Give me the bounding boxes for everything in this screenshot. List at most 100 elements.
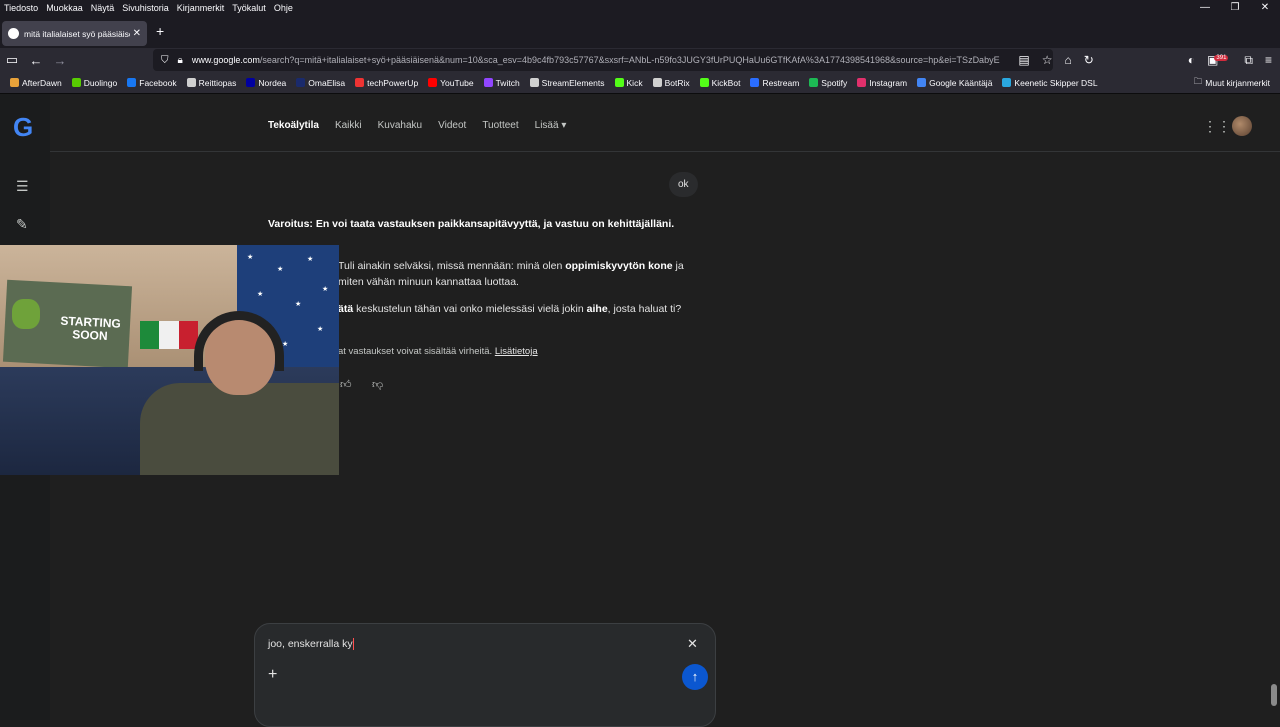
tab-active[interactable]: mitä italialaiset syö pääsiäisenä ✕ xyxy=(2,21,147,46)
extension-icon[interactable]: ◐ xyxy=(1188,53,1195,67)
extension-badge-icon[interactable]: ▣391 xyxy=(1207,53,1232,67)
tab-all[interactable]: Kaikki xyxy=(335,120,362,131)
bookmark-item[interactable]: Google Kääntäjä xyxy=(917,78,992,88)
tab-more[interactable]: Lisää ▾ xyxy=(535,120,567,131)
extensions-puzzle-icon[interactable]: ⧉ xyxy=(1244,53,1253,68)
bookmark-item[interactable]: OmaElisa xyxy=(296,78,345,88)
ai-paragraph-2: ätä keskustelun tähän vai onko mielessäs… xyxy=(338,301,698,317)
webcam-overlay: ★★★ ★★★ ★★★ ★★ STARTING SOON xyxy=(0,245,339,475)
menu-view[interactable]: Näytä xyxy=(87,3,119,13)
bookmark-star-icon[interactable]: ☆ xyxy=(1042,53,1053,67)
google-favicon-icon xyxy=(8,28,19,39)
shield-icon[interactable]: ⛉ xyxy=(161,55,169,66)
bookmark-favicon-icon xyxy=(186,78,196,87)
bookmark-label: AfterDawn xyxy=(22,77,62,88)
bookmark-item[interactable]: StreamElements xyxy=(529,78,605,88)
menu-bookmarks[interactable]: Kirjanmerkit xyxy=(173,3,229,13)
bookmark-favicon-icon xyxy=(428,78,438,87)
tab-videos[interactable]: Videot xyxy=(438,120,466,131)
restore-button[interactable]: ❐ xyxy=(1220,0,1250,16)
bookmark-favicon-icon xyxy=(483,78,493,87)
bookmark-item[interactable]: techPowerUp xyxy=(355,78,418,88)
tab-images[interactable]: Kuvahaku xyxy=(378,120,422,131)
bookmark-favicon-icon xyxy=(1002,78,1012,87)
url-host: www.google.com xyxy=(191,55,260,65)
p1-bold: oppimiskyvytön kone xyxy=(565,260,673,272)
close-window-button[interactable]: ✕ xyxy=(1250,0,1280,16)
bookmark-item[interactable]: Instagram xyxy=(857,78,907,88)
bookmark-item[interactable]: Duolingo xyxy=(71,78,117,88)
google-page: G ☰ ✎ Tekoälytila Kaikki Kuvahaku Videot… xyxy=(0,94,1280,727)
bookmark-label: Kick xyxy=(626,77,643,88)
menu-file[interactable]: Tiedosto xyxy=(0,3,42,13)
google-logo[interactable]: G xyxy=(13,112,33,143)
menu-edit[interactable]: Muokkaa xyxy=(42,3,87,13)
p1-pre: Tuli ainakin selväksi, missä mennään: mi… xyxy=(338,260,566,272)
bookmark-favicon-icon xyxy=(10,78,19,87)
bookmark-favicon-icon xyxy=(355,78,365,87)
header-divider xyxy=(50,151,1280,152)
other-bookmarks[interactable]: 🗀︎ Muut kirjanmerkit xyxy=(1194,76,1270,90)
avatar[interactable] xyxy=(1232,116,1252,136)
bookmark-item[interactable]: Facebook xyxy=(127,77,177,88)
bookmark-label: Facebook xyxy=(139,77,177,88)
forward-icon[interactable]: → xyxy=(48,53,72,68)
bookmark-favicon-icon xyxy=(127,78,137,87)
bookmark-favicon-icon xyxy=(750,78,760,87)
bookmark-item[interactable]: KickBot xyxy=(699,77,741,88)
bookmarks-bar: AfterDawn Duolingo Facebook Reittiopas Norde… xyxy=(0,72,1280,94)
bookmark-item[interactable]: Twitch xyxy=(483,78,520,88)
other-bookmarks-label: Muut kirjanmerkit xyxy=(1205,77,1270,88)
bookmark-item[interactable]: AfterDawn xyxy=(10,78,62,88)
warning-text: Varoitus: En voi taata vastauksen paikka… xyxy=(268,218,675,230)
bookmark-item[interactable]: Kick xyxy=(614,77,643,88)
bookmark-item[interactable]: Restream xyxy=(750,78,799,88)
folder-icon: 🗀︎ xyxy=(1193,75,1203,86)
scrollbar-thumb[interactable] xyxy=(1271,684,1277,706)
chat-input-text: joo, enskerralla ky xyxy=(268,638,353,650)
bookmark-item[interactable]: Spotify xyxy=(809,78,847,88)
lock-icon[interactable]: 🔒︎ xyxy=(178,55,183,66)
home-icon[interactable]: ⌂ xyxy=(1064,53,1071,67)
bookmark-item[interactable]: YouTube xyxy=(428,77,474,88)
reload-icon[interactable]: ↻ xyxy=(1084,53,1094,67)
sidebar-toggle-icon[interactable]: ▭ xyxy=(0,52,24,68)
bookmark-label: techPowerUp xyxy=(367,77,419,88)
hamburger-menu-icon[interactable]: ≡ xyxy=(1265,53,1272,67)
add-icon[interactable]: + xyxy=(268,666,277,684)
tab-close-icon[interactable]: ✕ xyxy=(133,28,141,39)
learn-more-link[interactable]: Lisätietoja xyxy=(495,346,538,357)
bookmark-item[interactable]: Keenetic Skipper DSL xyxy=(1002,78,1098,88)
history-list-icon[interactable]: ☰ xyxy=(16,178,29,195)
new-tab-button[interactable]: + xyxy=(156,23,164,39)
clear-icon[interactable]: ✕ xyxy=(687,636,698,652)
menu-history[interactable]: Sivuhistoria xyxy=(118,3,173,13)
menu-tools[interactable]: Työkalut xyxy=(228,3,270,13)
bookmark-label: OmaElisa xyxy=(308,77,346,88)
reader-view-icon[interactable]: ▤ xyxy=(1018,53,1029,67)
tab-products[interactable]: Tuotteet xyxy=(482,120,518,131)
bookmark-favicon-icon xyxy=(652,78,662,87)
menu-help[interactable]: Ohje xyxy=(270,3,297,13)
extension-badge: 391 xyxy=(1214,55,1229,61)
back-icon[interactable]: ← xyxy=(24,53,48,68)
p2-bold2: aihe xyxy=(586,303,608,315)
bookmark-label: Google Kääntäjä xyxy=(929,77,993,88)
chat-input[interactable]: joo, enskerralla ky xyxy=(268,638,354,651)
tab-strip: mitä italialaiset syö pääsiäisenä ✕ + xyxy=(0,16,1280,48)
bookmark-item[interactable]: Nordea xyxy=(246,78,286,88)
thumbs-down-icon[interactable]: 👎︎ xyxy=(372,378,383,391)
banner-text: STARTING SOON xyxy=(60,313,122,344)
tab-ai-mode[interactable]: Tekoälytila xyxy=(268,120,319,131)
bookmark-label: KickBot xyxy=(711,77,741,88)
bookmark-item[interactable]: Reittiopas xyxy=(186,78,236,88)
bookmark-item[interactable]: BotRix xyxy=(652,78,690,88)
url-bar[interactable]: ⛉ 🔒︎ www.google.com/search?q=mitä+italia… xyxy=(153,49,1053,71)
minimize-button[interactable]: — xyxy=(1190,0,1220,16)
bookmark-favicon-icon xyxy=(857,78,867,87)
send-button[interactable]: ↑ xyxy=(682,664,708,690)
thumbs-up-icon[interactable]: 👍︎ xyxy=(340,378,352,391)
new-chat-icon[interactable]: ✎ xyxy=(16,216,28,233)
bookmark-label: YouTube xyxy=(440,77,474,88)
p2-bold1: ätä xyxy=(338,303,354,315)
